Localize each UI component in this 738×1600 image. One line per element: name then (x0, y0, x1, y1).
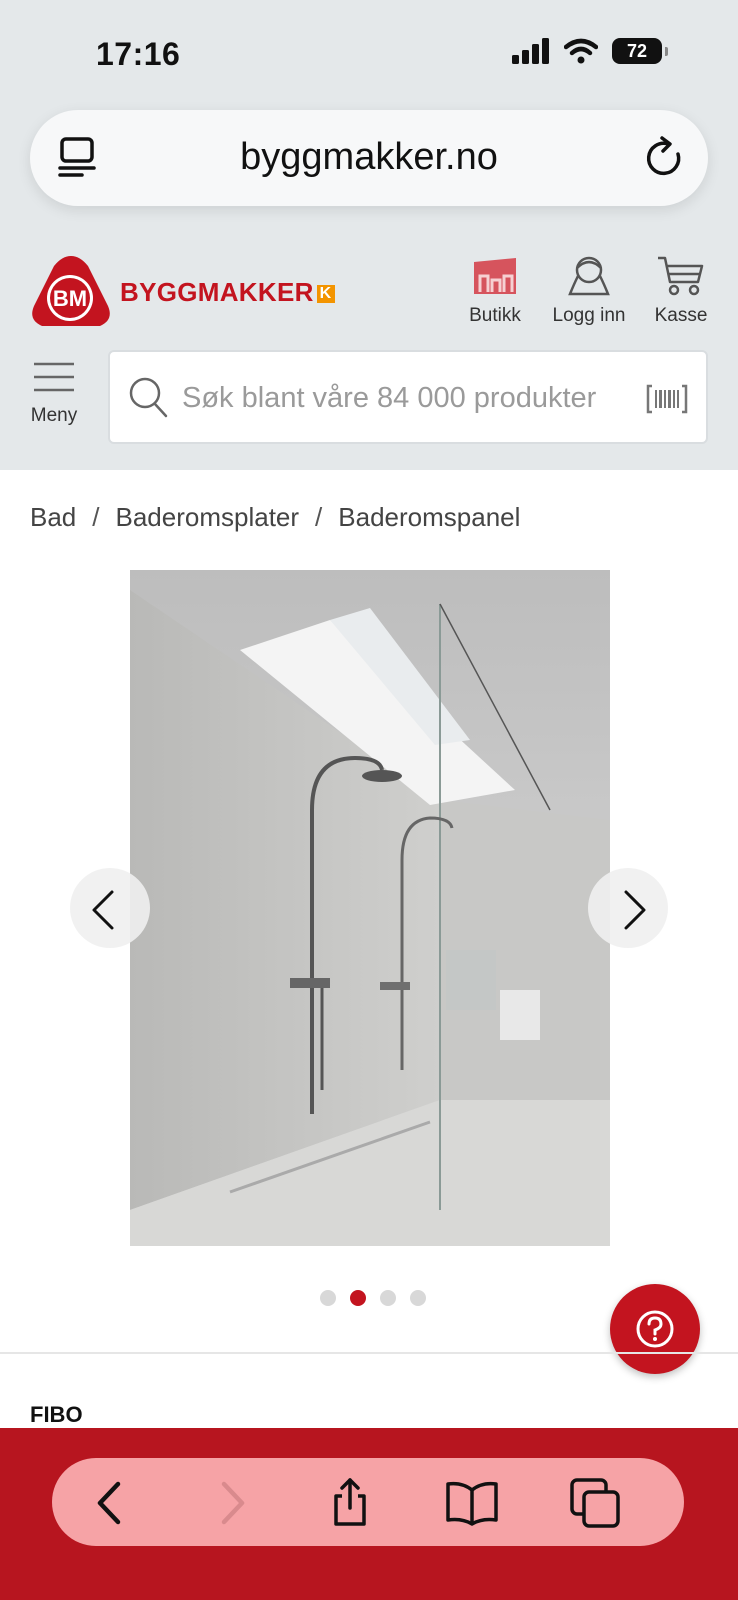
toolbar-pill (52, 1458, 684, 1546)
byggmakker-logo[interactable]: BM BYGGMAKKER K (30, 254, 335, 330)
breadcrumb-item-bad[interactable]: Bad (30, 502, 76, 533)
search-placeholder: Søk blant våre 84 000 produkter (182, 382, 597, 414)
share-icon[interactable] (322, 1478, 378, 1528)
store-button[interactable]: Butikk (450, 254, 540, 327)
tabs-icon[interactable] (568, 1478, 624, 1528)
search-input[interactable]: Søk blant våre 84 000 produkter (108, 350, 708, 444)
user-icon (568, 256, 610, 296)
brand-row: BM BYGGMAKKER K Butikk Logg inn Kasse (0, 246, 738, 336)
help-button[interactable] (610, 1284, 700, 1374)
menu-button[interactable]: Meny (28, 360, 80, 427)
cart-button[interactable]: Kasse (636, 254, 726, 327)
login-label: Logg inn (552, 305, 626, 326)
login-button[interactable]: Logg inn (544, 254, 634, 327)
cart-label: Kasse (654, 305, 708, 326)
product-gallery (0, 570, 738, 1246)
store-label: Butikk (469, 305, 521, 326)
logo-badge-text: BM (53, 286, 87, 311)
status-time: 17:16 (96, 36, 181, 72)
battery-indicator: 72 (612, 38, 668, 64)
store-icon (474, 258, 516, 294)
browser-toolbar (0, 1428, 738, 1600)
back-icon[interactable] (82, 1478, 138, 1528)
search-icon (129, 377, 168, 418)
gallery-next-button[interactable] (588, 868, 668, 948)
product-image[interactable] (130, 570, 610, 1246)
bookmarks-icon[interactable] (444, 1478, 500, 1528)
logo-badge: BM (32, 256, 110, 326)
reload-icon[interactable] (646, 136, 686, 180)
chevron-left-icon (92, 890, 114, 930)
status-icons: 72 (512, 38, 668, 64)
url-text[interactable]: byggmakker.no (30, 136, 708, 179)
breadcrumb-item-baderomspanel: Baderomspanel (338, 502, 521, 532)
gallery-dot[interactable] (380, 1290, 396, 1306)
section-divider (0, 1352, 738, 1354)
cart-icon (658, 256, 704, 296)
breadcrumb-separator: / (315, 502, 323, 532)
gallery-dot[interactable] (320, 1290, 336, 1306)
product-brand: FIBO (30, 1402, 83, 1427)
battery-level: 72 (626, 40, 648, 61)
forward-icon[interactable] (204, 1478, 260, 1528)
breadcrumb: Bad / Baderomsplater / Baderomspanel (30, 502, 520, 533)
logo-k-badge: K (316, 284, 335, 303)
gallery-prev-button[interactable] (70, 868, 150, 948)
shower-room-photo (130, 570, 610, 1246)
barcode-scanner-icon[interactable] (646, 384, 688, 414)
status-bar: 17:16 72 (0, 0, 738, 100)
wifi-icon (564, 38, 598, 64)
logo-wordmark: BYGGMAKKER K (120, 277, 335, 308)
help-icon (636, 1310, 674, 1348)
menu-search-row: Meny Søk blant våre 84 000 produkter (0, 350, 738, 446)
gallery-dot-active[interactable] (350, 1290, 366, 1306)
hamburger-icon (34, 362, 74, 392)
cellular-signal-icon (512, 38, 549, 64)
menu-label: Meny (30, 405, 78, 426)
chevron-right-icon (624, 890, 646, 930)
address-bar[interactable]: byggmakker.no (30, 110, 708, 206)
gallery-dot[interactable] (410, 1290, 426, 1306)
site-header: 17:16 72 byggmakker.no BM BYGGMAKKER K B… (0, 0, 738, 470)
logo-word: BYGGMAKKER (120, 276, 314, 307)
breadcrumb-item-baderomsplater[interactable]: Baderomsplater (116, 502, 300, 533)
breadcrumb-separator: / (92, 502, 100, 532)
